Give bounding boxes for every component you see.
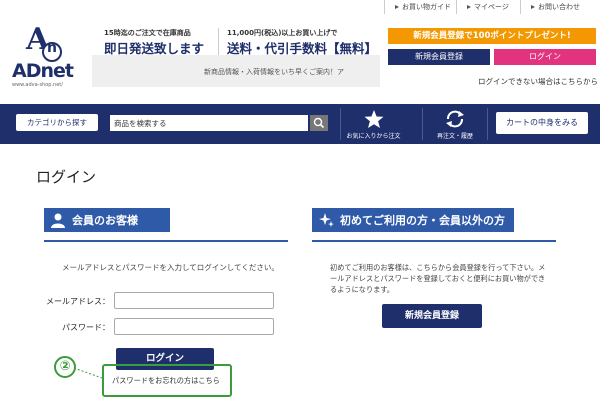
guest-section-divider bbox=[312, 240, 556, 242]
search-button[interactable] bbox=[310, 115, 328, 131]
password-label: パスワード： bbox=[62, 323, 110, 332]
forgot-password-link[interactable]: パスワードをお忘れの方はこちら bbox=[112, 376, 220, 386]
star-icon bbox=[364, 110, 383, 128]
guest-instructions: 初めてご利用のお客様は、こちらから会員登録を行って下さい。メールアドレスとパスワ… bbox=[330, 263, 546, 294]
reorder-history-nav[interactable]: 再注文・履歴 bbox=[422, 108, 488, 140]
member-instructions: メールアドレスとパスワードを入力してログインしてください。 bbox=[62, 263, 279, 272]
news-ticker: 新商品情報・入荷情報をいち早くご案内！ア bbox=[92, 55, 380, 87]
search-icon bbox=[313, 117, 325, 129]
search-input[interactable]: 商品を検索する bbox=[110, 115, 308, 131]
promo-same-day-shipping: 15時迄のご注文で在庫商品 即日発送致します bbox=[104, 29, 205, 56]
register-button[interactable]: 新規会員登録 bbox=[382, 304, 482, 328]
favorites-order-nav[interactable]: お気に入りから注文 bbox=[340, 108, 406, 140]
category-search-button[interactable]: カテゴリから探す bbox=[16, 114, 98, 131]
register-button-top[interactable]: 新規会員登録 bbox=[388, 49, 490, 65]
refresh-icon bbox=[446, 110, 464, 128]
mypage-link[interactable]: マイページ bbox=[456, 0, 509, 14]
email-label: メールアドレス： bbox=[46, 297, 110, 306]
member-section-divider bbox=[44, 240, 288, 242]
sparkle-icon bbox=[319, 213, 334, 227]
annotation-number: ② bbox=[54, 356, 76, 378]
guide-link[interactable]: お買い物ガイド bbox=[384, 0, 451, 14]
person-icon bbox=[51, 213, 65, 228]
point-banner[interactable]: 新規会員登録で100ポイントプレゼント! bbox=[388, 28, 596, 44]
guest-section-heading: 初めてご利用の方・会員以外の方 bbox=[312, 208, 514, 232]
contact-link[interactable]: お問い合わせ bbox=[520, 0, 580, 14]
page-title: ログイン bbox=[36, 168, 97, 186]
email-field[interactable] bbox=[114, 292, 274, 309]
login-button-top[interactable]: ログイン bbox=[494, 49, 596, 65]
password-field[interactable] bbox=[114, 318, 274, 335]
cannot-login-link[interactable]: ログインできない場合はこちらから bbox=[478, 76, 598, 87]
site-logo[interactable]: A n ADnet www.adva-shop.net/ bbox=[12, 22, 87, 90]
member-section-heading: 会員のお客様 bbox=[44, 208, 170, 232]
annotation-connector bbox=[74, 367, 103, 379]
view-cart-button[interactable]: カートの中身をみる bbox=[496, 112, 588, 134]
logo-text: ADnet bbox=[12, 60, 74, 82]
promo-free-shipping: 11,000円(税込)以上お買い上げで 送料・代引手数料【無料】 bbox=[218, 28, 377, 57]
logo-url: www.adva-shop.net/ bbox=[12, 82, 63, 88]
